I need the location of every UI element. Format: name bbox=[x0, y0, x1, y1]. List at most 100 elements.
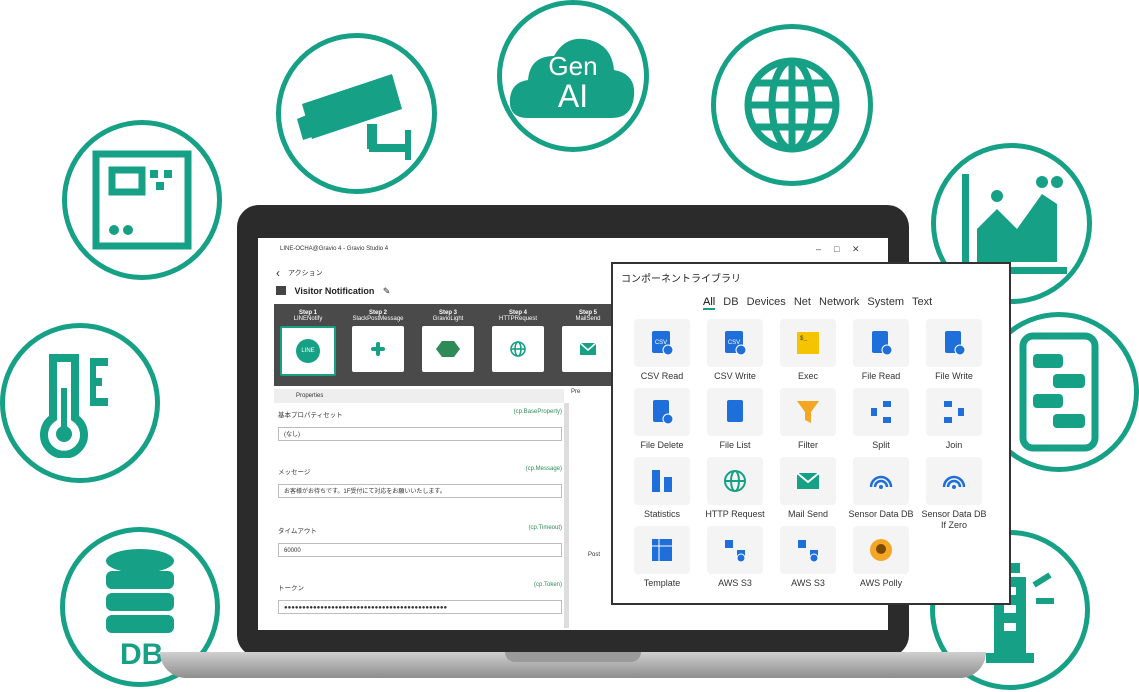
genai-label-line1: Gen bbox=[548, 51, 598, 81]
component-label: Sensor Data DB If Zero bbox=[921, 509, 987, 530]
thermometer-icon bbox=[40, 354, 108, 458]
timeout-input[interactable]: 60000 bbox=[278, 543, 562, 557]
s3-upload-icon bbox=[707, 526, 763, 574]
file-list-icon bbox=[707, 388, 763, 436]
svg-text:CSV: CSV bbox=[728, 340, 740, 346]
join-icon bbox=[926, 388, 982, 436]
step-2[interactable]: Step 2 SlackPostMessage bbox=[346, 310, 410, 372]
component-label: File Write bbox=[935, 371, 973, 381]
component-label: Mail Send bbox=[787, 509, 829, 519]
component-sensor-data-db-if-zero[interactable]: Sensor Data DB If Zero bbox=[919, 457, 989, 531]
tab-db[interactable]: DB bbox=[723, 296, 738, 308]
window-title: LINE-OCHA@Gravio 4 - Gravio Studio 4 bbox=[280, 246, 389, 252]
token-input[interactable]: ●●●●●●●●●●●●●●●●●●●●●●●●●●●●●●●●●●●●●●●●… bbox=[278, 600, 562, 614]
laptop-notch bbox=[505, 652, 641, 662]
properties-scrollbar[interactable] bbox=[564, 403, 569, 628]
field-message: メッセージ (cp.Message) お客様がお待ちです。1F受付にて対応をお願… bbox=[278, 466, 562, 498]
component-statistics[interactable]: Statistics bbox=[627, 457, 697, 520]
step-name: GravioLight bbox=[432, 316, 464, 322]
component-aws-s3[interactable]: AWS S3 bbox=[773, 526, 843, 589]
funnel-icon bbox=[780, 388, 836, 436]
tab-devices[interactable]: Devices bbox=[747, 296, 786, 308]
breadcrumb-label: アクション bbox=[287, 270, 323, 277]
step-name: LINENotify bbox=[293, 316, 323, 322]
minimize-button[interactable]: – bbox=[816, 244, 821, 254]
component-file-list[interactable]: File List bbox=[700, 388, 770, 451]
component-label: Sensor Data DB bbox=[848, 509, 914, 519]
component-label: File Delete bbox=[640, 440, 684, 450]
svg-text:CSV: CSV bbox=[655, 340, 667, 346]
component-exec[interactable]: $_ Exec bbox=[773, 319, 843, 382]
component-label: Join bbox=[945, 440, 963, 450]
genai-label-line2: AI bbox=[557, 78, 589, 114]
component-csv-read[interactable]: CSV CSV Read bbox=[627, 319, 697, 382]
tab-net[interactable]: Net bbox=[794, 296, 811, 308]
post-header: Post bbox=[588, 552, 601, 558]
security-camera-icon bbox=[296, 73, 411, 160]
message-input[interactable]: お客様がお待ちです。1F受付にて対応をお願いいたします。 bbox=[278, 484, 562, 498]
close-button[interactable]: ✕ bbox=[852, 244, 860, 255]
file-read-icon bbox=[853, 319, 909, 367]
component-label: File List bbox=[719, 440, 751, 450]
step-card[interactable] bbox=[492, 326, 544, 372]
component-csv-write[interactable]: CSV CSV Write bbox=[700, 319, 770, 382]
step-card[interactable] bbox=[422, 326, 474, 372]
field-base-property: 基本プロパティセット (cp.BaseProperty) (なし) bbox=[278, 409, 562, 441]
component-http-request[interactable]: HTTP Request bbox=[700, 457, 770, 520]
mail-icon bbox=[780, 457, 836, 505]
gravio-light-icon bbox=[436, 341, 460, 357]
s3-download-icon bbox=[780, 526, 836, 574]
component-mail-send[interactable]: Mail Send bbox=[773, 457, 843, 520]
tab-network[interactable]: Network bbox=[819, 296, 859, 308]
polly-icon bbox=[853, 526, 909, 574]
slack-icon bbox=[371, 342, 385, 356]
component-filter[interactable]: Filter bbox=[773, 388, 843, 451]
globe-icon bbox=[707, 457, 763, 505]
step-1[interactable]: Step 1 LINENotify LINE bbox=[276, 310, 340, 376]
template-icon bbox=[634, 526, 690, 574]
step-card[interactable] bbox=[352, 326, 404, 372]
component-join[interactable]: Join bbox=[919, 388, 989, 451]
security-camera-badge bbox=[276, 33, 437, 194]
component-aws-polly[interactable]: AWS Polly bbox=[846, 526, 916, 589]
flow-name: Visitor Notification bbox=[294, 286, 375, 296]
maximize-button[interactable]: □ bbox=[834, 244, 839, 254]
component-label: File Read bbox=[861, 371, 901, 381]
edit-pencil-icon[interactable]: ✎ bbox=[383, 286, 391, 296]
thermometer-badge bbox=[0, 323, 160, 483]
component-library-panel: コンポーネントライブラリ All DB Devices Net Network … bbox=[611, 262, 1011, 605]
component-split[interactable]: Split bbox=[846, 388, 916, 451]
step-4[interactable]: Step 4 HTTPRequest bbox=[486, 310, 550, 372]
component-label: AWS S3 bbox=[791, 578, 825, 588]
file-delete-icon bbox=[634, 388, 690, 436]
properties-header: Properties bbox=[274, 389, 564, 403]
component-label: Split bbox=[872, 440, 890, 450]
tab-text[interactable]: Text bbox=[912, 296, 932, 308]
field-timeout: タイムアウト (cp.Timeout) 60000 bbox=[278, 525, 562, 557]
globe-icon bbox=[744, 57, 840, 153]
component-label: HTTP Request bbox=[705, 509, 765, 519]
csv-read-icon: CSV bbox=[634, 319, 690, 367]
back-icon[interactable]: ‹ bbox=[276, 266, 280, 280]
step-card[interactable]: LINE bbox=[280, 326, 336, 376]
base-property-select[interactable]: (なし) bbox=[278, 427, 562, 441]
component-file-read[interactable]: File Read bbox=[846, 319, 916, 382]
step-name: HTTPRequest bbox=[498, 316, 537, 322]
component-aws-s3[interactable]: AWS S3 bbox=[700, 526, 770, 589]
title-bar: LINE-OCHA@Gravio 4 - Gravio Studio 4 – □… bbox=[258, 238, 888, 260]
component-sensor-data-db[interactable]: Sensor Data DB bbox=[846, 457, 916, 520]
step-card[interactable] bbox=[562, 326, 614, 372]
preview-header: Pre bbox=[571, 389, 581, 395]
component-label: Template bbox=[643, 578, 681, 588]
field-label: メッセージ bbox=[278, 469, 311, 476]
component-file-write[interactable]: File Write bbox=[919, 319, 989, 382]
step-3[interactable]: Step 3 GravioLight bbox=[416, 310, 480, 372]
sensor-icon bbox=[853, 457, 909, 505]
component-template[interactable]: Template bbox=[627, 526, 697, 589]
component-file-delete[interactable]: File Delete bbox=[627, 388, 697, 451]
tab-all[interactable]: All bbox=[703, 296, 716, 310]
tab-system[interactable]: System bbox=[867, 296, 904, 308]
flow-icon bbox=[276, 286, 286, 295]
properties-title: Properties bbox=[296, 393, 324, 399]
control-panel-icon bbox=[92, 150, 192, 250]
